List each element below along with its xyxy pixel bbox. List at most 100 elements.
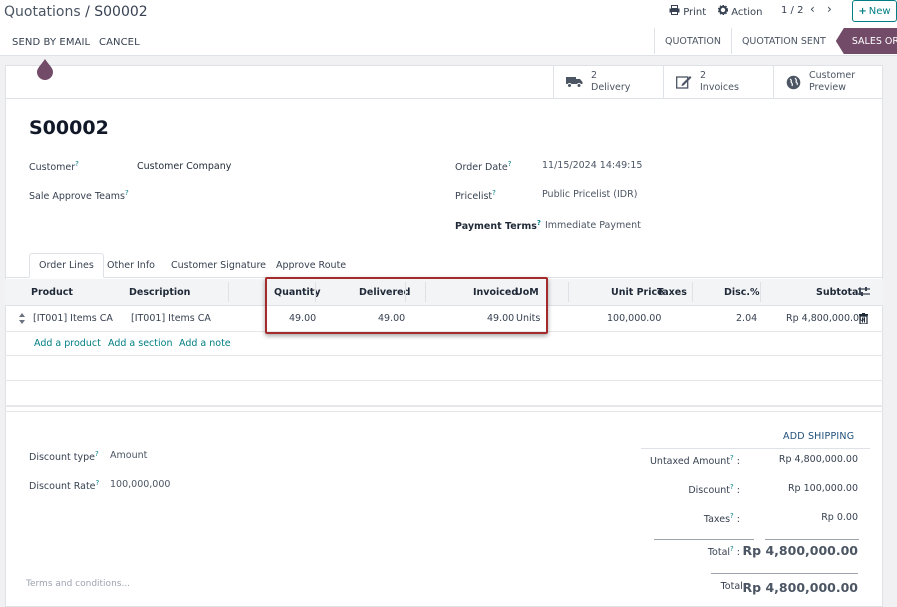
truck-icon: [566, 76, 583, 88]
print-button[interactable]: Print: [669, 5, 706, 18]
help-icon[interactable]: ?: [730, 545, 734, 553]
help-icon[interactable]: ?: [537, 219, 541, 227]
preview-line1: Customer: [809, 70, 856, 81]
pager-next-icon[interactable]: ›: [827, 2, 832, 16]
order-title: S00002: [29, 117, 109, 139]
col-taxes[interactable]: Taxes: [657, 287, 687, 298]
col-description[interactable]: Description: [129, 287, 190, 298]
discount-type-label: Discount type?: [29, 450, 99, 464]
table-end-divider: [5, 405, 883, 407]
add-section-link[interactable]: Add a section: [108, 338, 172, 349]
row-subtotal: Rp 4,800,000.00: [786, 313, 866, 324]
row-divider: [5, 380, 883, 381]
col-separator: [228, 282, 229, 302]
row-description[interactable]: [IT001] Items CA: [131, 313, 211, 324]
help-icon[interactable]: ?: [508, 160, 512, 168]
discount-total-value: Rp 100,000.00: [787, 483, 858, 494]
printer-icon: [669, 5, 680, 15]
stage-sales-order[interactable]: SALES ORDER: [835, 28, 897, 54]
terms-conditions-field[interactable]: Terms and conditions...: [26, 579, 130, 589]
breadcrumb-parent[interactable]: Quotations: [4, 4, 81, 20]
new-button[interactable]: + New: [852, 0, 897, 22]
untaxed-value: Rp 4,800,000.00: [778, 454, 858, 465]
col-separator: [760, 282, 761, 302]
pricelist-label: Pricelist?: [455, 189, 496, 203]
trash-icon[interactable]: [859, 313, 868, 327]
payment-terms-field[interactable]: Immediate Payment: [545, 220, 641, 231]
col-separator: [692, 282, 693, 302]
stage-quotation[interactable]: QUOTATION: [654, 28, 731, 54]
total-value: Rp 4,800,000.00: [742, 543, 858, 558]
help-icon[interactable]: ?: [75, 160, 79, 168]
pricelist-field[interactable]: Public Pricelist (IDR): [542, 189, 637, 200]
invoices-label: Invoices: [700, 82, 739, 93]
col-disc[interactable]: Disc.%: [724, 287, 760, 298]
row-unit-price[interactable]: 100,000.00: [607, 313, 661, 324]
discount-rate-label: Discount Rate?: [29, 479, 100, 493]
invoices-smart-button[interactable]: 2 Invoices: [663, 66, 773, 99]
tab-approve-route[interactable]: Approve Route: [267, 253, 355, 278]
customer-field[interactable]: Customer Company: [137, 161, 231, 172]
discount-type-field[interactable]: Amount: [110, 450, 147, 461]
ribbon-drop-icon: [36, 58, 54, 80]
row-divider: [5, 355, 883, 356]
taxes-value: Rp 0.00: [821, 512, 858, 523]
tab-customer-signature[interactable]: Customer Signature: [162, 253, 275, 278]
order-date-field[interactable]: 11/15/2024 14:49:15: [542, 160, 642, 171]
row-disc[interactable]: 2.04: [736, 313, 757, 324]
grand-total-value: Rp 4,800,000.00: [742, 580, 858, 595]
add-note-link[interactable]: Add a note: [179, 338, 231, 349]
plus-icon: +: [858, 5, 867, 17]
smart-buttons-divider: [5, 98, 883, 99]
delivery-count: 2: [591, 70, 598, 81]
taxes-label: Taxes? :: [703, 512, 740, 526]
preview-line2: Preview: [809, 82, 846, 93]
total-divider: [765, 539, 859, 540]
delivery-smart-button[interactable]: 2 Delivery: [553, 66, 663, 99]
add-shipping-button[interactable]: ADD SHIPPING: [783, 431, 854, 442]
grand-total-divider: [711, 573, 858, 574]
breadcrumb-current: S00002: [94, 4, 148, 20]
add-product-link[interactable]: Add a product: [34, 338, 101, 349]
help-icon[interactable]: ?: [492, 189, 496, 197]
tab-order-lines[interactable]: Order Lines: [29, 253, 104, 278]
send-by-email-button[interactable]: SEND BY EMAIL: [12, 37, 90, 48]
untaxed-label: Untaxed Amount? :: [649, 454, 740, 468]
help-icon[interactable]: ?: [730, 454, 734, 462]
edit-icon: [676, 75, 692, 89]
drag-handle-icon[interactable]: [19, 313, 25, 327]
row-product[interactable]: [IT001] Items CA: [33, 313, 113, 324]
form-sheet: [5, 65, 883, 607]
help-icon[interactable]: ?: [96, 479, 100, 487]
col-unit-price[interactable]: Unit Price: [611, 287, 664, 298]
total-divider: [654, 539, 754, 540]
approve-teams-label: Sale Approve Teams?: [29, 189, 129, 203]
cancel-button[interactable]: CANCEL: [99, 37, 140, 48]
invoices-count: 2: [700, 70, 707, 81]
action-label: Action: [731, 7, 763, 18]
stage-quotation-sent[interactable]: QUOTATION SENT: [730, 28, 836, 54]
pager-value[interactable]: 1 / 2: [781, 5, 803, 16]
customer-preview-smart-button[interactable]: Customer Preview: [773, 66, 883, 99]
delivery-label: Delivery: [591, 82, 631, 93]
action-button[interactable]: Action: [718, 5, 763, 18]
totals-divider: [641, 448, 870, 449]
breadcrumb: Quotations / S00002: [4, 4, 148, 20]
help-icon[interactable]: ?: [95, 450, 99, 458]
breadcrumb-separator: /: [85, 4, 90, 20]
discount-rate-field[interactable]: 100,000,000: [110, 479, 170, 490]
globe-icon: [786, 75, 801, 90]
help-icon[interactable]: ?: [125, 189, 129, 197]
col-subtotal[interactable]: Subtotal: [816, 287, 862, 298]
col-product[interactable]: Product: [31, 287, 73, 298]
customer-label: Customer?: [29, 160, 79, 174]
print-label: Print: [683, 7, 707, 18]
new-label: New: [868, 5, 891, 17]
total-label: Total? :: [707, 545, 740, 559]
sliders-icon[interactable]: [858, 286, 870, 300]
help-icon[interactable]: ?: [730, 512, 734, 520]
pager-prev-icon[interactable]: ‹: [810, 2, 815, 16]
tab-other-info[interactable]: Other Info: [98, 253, 164, 278]
help-icon[interactable]: ?: [730, 483, 734, 491]
col-separator: [568, 282, 569, 302]
